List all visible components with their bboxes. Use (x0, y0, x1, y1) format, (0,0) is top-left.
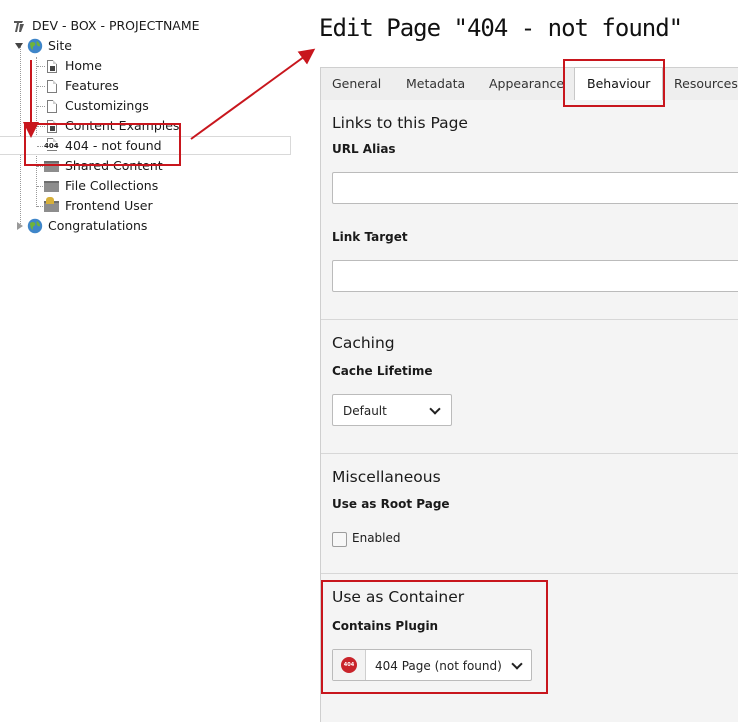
tree-root-label: DEV - BOX - PROJECTNAME (32, 18, 200, 33)
annotation-box-use-as-container (321, 580, 548, 694)
cache-lifetime-value: Default (343, 404, 387, 418)
tab-bar: General Metadata Appearance Behaviour Re… (320, 67, 738, 101)
cache-lifetime-label: Cache Lifetime (332, 364, 433, 378)
tree-item-congratulations[interactable]: Congratulations (0, 216, 290, 236)
url-alias-input[interactable] (332, 172, 738, 204)
page-title: Edit Page "404 - not found" (319, 14, 683, 42)
expand-caret-icon[interactable] (15, 43, 23, 49)
enabled-label[interactable]: Enabled (352, 531, 401, 545)
tree-item-customizings[interactable]: Customizings (0, 96, 290, 116)
tree-item-home[interactable]: Home (0, 56, 290, 76)
page-icon (47, 100, 57, 113)
folder-icon (44, 181, 59, 192)
tree-item-label: Home (65, 58, 102, 73)
page-icon (47, 80, 57, 93)
tab-general[interactable]: General (332, 68, 381, 100)
tree-item-label: Customizings (65, 98, 149, 113)
tree-item-label: Congratulations (48, 218, 148, 233)
root-page-label: Use as Root Page (332, 497, 450, 511)
expand-caret-icon[interactable] (17, 222, 23, 230)
link-target-input[interactable] (332, 260, 738, 292)
tree-item-file-collections[interactable]: File Collections (0, 176, 290, 196)
tree-item-label: Frontend User (65, 198, 153, 213)
page-shortcut-icon (47, 60, 57, 73)
typo3-logo-icon (14, 21, 24, 32)
section-miscellaneous: Miscellaneous Use as Root Page Enabled (321, 454, 738, 574)
section-heading: Miscellaneous (332, 468, 441, 486)
url-alias-label: URL Alias (332, 142, 396, 156)
globe-icon (27, 38, 43, 54)
tree-item-frontend-user[interactable]: Frontend User (0, 196, 290, 216)
link-target-label: Link Target (332, 230, 408, 244)
tab-resources[interactable]: Resources (674, 68, 738, 100)
section-links: Links to this Page URL Alias Link Target (321, 100, 738, 320)
tree-item-label: Site (48, 38, 72, 53)
cache-lifetime-select[interactable]: Default (332, 394, 452, 426)
section-caching: Caching Cache Lifetime Default (321, 320, 738, 454)
tree-item-label: Features (65, 78, 119, 93)
tree-item-features[interactable]: Features (0, 76, 290, 96)
globe-icon (27, 218, 43, 234)
section-heading: Caching (332, 334, 395, 352)
annotation-box-behaviour-tab (563, 59, 665, 107)
page-tree: DEV - BOX - PROJECTNAME Site Home Featur… (0, 0, 296, 722)
tree-item-label: File Collections (65, 178, 159, 193)
annotation-box-tree-item (24, 123, 181, 166)
tab-appearance[interactable]: Appearance (489, 68, 564, 100)
user-badge-icon (46, 197, 54, 204)
chevron-down-icon (429, 403, 441, 415)
enabled-checkbox[interactable] (332, 532, 347, 547)
section-heading: Links to this Page (332, 114, 468, 132)
tree-root[interactable]: DEV - BOX - PROJECTNAME (0, 16, 290, 36)
tree-item-site[interactable]: Site (0, 36, 290, 56)
tab-metadata[interactable]: Metadata (406, 68, 465, 100)
